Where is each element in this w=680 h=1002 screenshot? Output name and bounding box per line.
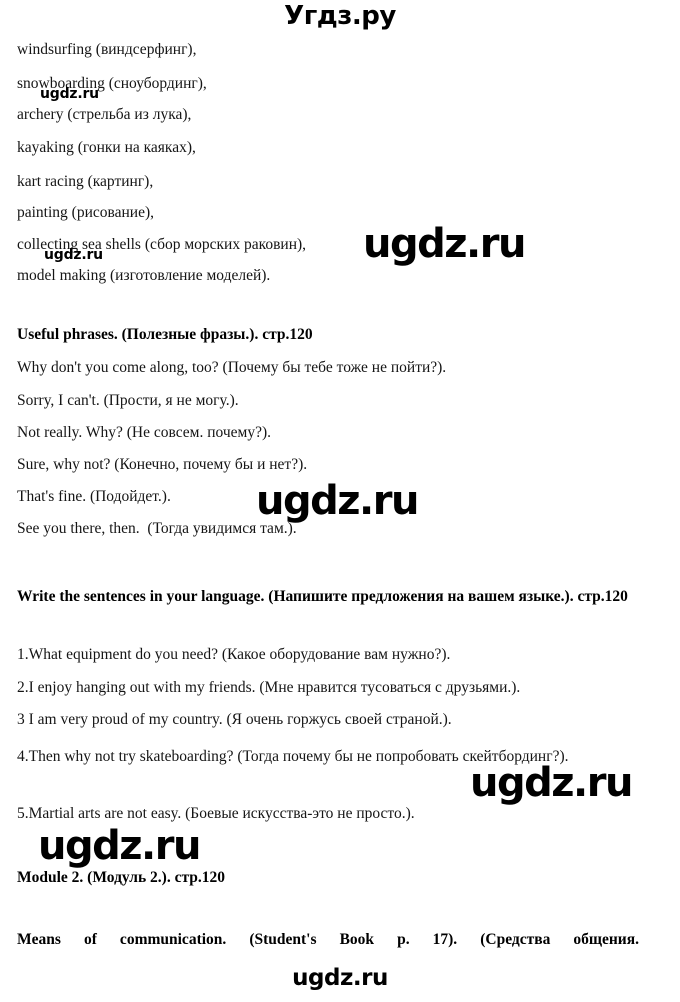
useful-phrase-3: Not really. Why? (Не совсем. почему?). — [17, 424, 272, 441]
heading-means-of-communication: Means of communication. (Student's Book … — [17, 931, 639, 948]
watermark-ugdz-4: ugdz.ru — [256, 478, 419, 524]
watermark-ugdz-5: ugdz.ru — [470, 760, 633, 806]
useful-phrase-1: Why don't you come along, too? (Почему б… — [17, 359, 447, 376]
vocab-item-snowboarding: snowboarding (сноубординг), — [17, 75, 207, 92]
heading-module-2: Module 2. (Модуль 2.). стр.120 — [17, 869, 226, 886]
watermark-ugdz-3: ugdz.ru — [44, 247, 103, 263]
document-page: Угдз.ру ugdz.ru ugdz.ru ugdz.ru ugdz.ru … — [0, 0, 680, 1002]
vocab-item-model-making: model making (изготовление моделей). — [17, 267, 271, 284]
heading-write-sentences: Write the sentences in your language. (Н… — [17, 588, 628, 605]
vocab-item-windsurfing: windsurfing (виндсерфинг), — [17, 41, 197, 58]
watermark-ugdz-2: ugdz.ru — [363, 221, 526, 267]
vocab-item-kart-racing: kart racing (картинг), — [17, 173, 154, 190]
write-sentence-1: 1.What equipment do you need? (Какое обо… — [17, 646, 451, 663]
watermark-bottom-brand: ugdz.ru — [292, 965, 388, 991]
vocab-item-kayaking: kayaking (гонки на каяках), — [17, 139, 196, 156]
useful-phrase-2: Sorry, I can't. (Прости, я не могу.). — [17, 392, 239, 409]
watermark-top-brand: Угдз.ру — [284, 1, 396, 31]
write-sentence-5: 5.Martial arts are not easy. (Боевые иск… — [17, 805, 415, 822]
watermark-ugdz-1: ugdz.ru — [40, 86, 99, 102]
write-sentence-2: 2.I enjoy hanging out with my friends. (… — [17, 679, 521, 696]
heading-useful-phrases: Useful phrases. (Полезные фразы.). стр.1… — [17, 326, 313, 343]
vocab-item-painting: painting (рисование), — [17, 204, 155, 221]
vocab-item-sea-shells: collecting sea shells (сбор морских рако… — [17, 236, 307, 253]
write-sentence-3: 3 I am very proud of my country. (Я очен… — [17, 711, 452, 728]
watermark-ugdz-6: ugdz.ru — [38, 823, 201, 869]
useful-phrase-4: Sure, why not? (Конечно, почему бы и нет… — [17, 456, 308, 473]
vocab-item-archery: archery (стрельба из лука), — [17, 106, 192, 123]
